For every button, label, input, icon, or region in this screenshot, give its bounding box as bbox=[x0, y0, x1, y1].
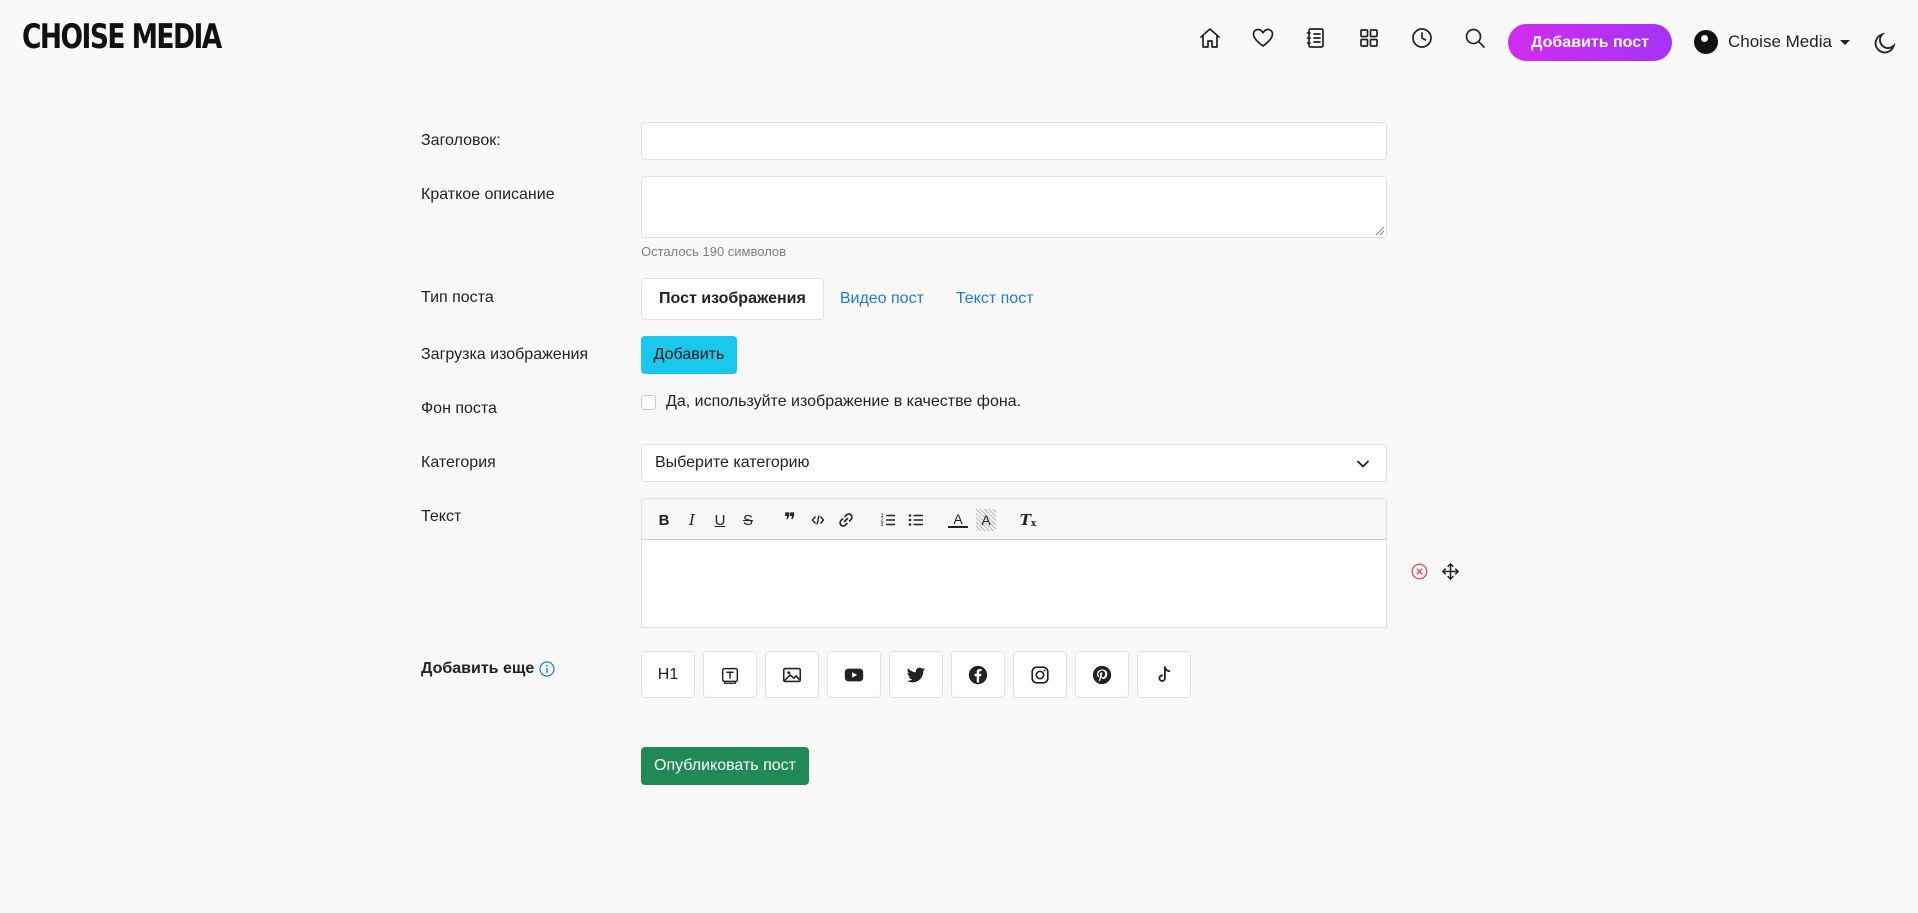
ordered-list-icon[interactable]: 123 bbox=[878, 509, 898, 531]
background-checkbox-label[interactable]: Да, используйте изображение в качестве ф… bbox=[666, 393, 1021, 411]
add-facebook-button[interactable] bbox=[951, 651, 1005, 698]
twitter-icon bbox=[906, 667, 926, 682]
resize-grip-icon[interactable] bbox=[1373, 224, 1385, 236]
site-logo[interactable]: CHOISE MEDIA bbox=[22, 20, 222, 54]
tiktok-icon bbox=[1158, 665, 1171, 682]
add-tiktok-button[interactable] bbox=[1137, 651, 1191, 698]
background-label: Фон поста bbox=[421, 400, 497, 417]
add-block-toolbar: H1 bbox=[641, 651, 1199, 698]
dark-mode-toggle[interactable] bbox=[1872, 30, 1898, 56]
move-block-icon[interactable] bbox=[1441, 562, 1460, 581]
info-icon[interactable] bbox=[539, 661, 555, 677]
link-icon[interactable] bbox=[836, 509, 856, 531]
background-checkbox[interactable] bbox=[641, 394, 656, 410]
category-label: Категория bbox=[421, 454, 496, 471]
moon-icon bbox=[1874, 32, 1896, 54]
image-icon bbox=[782, 667, 802, 682]
clear-format-icon[interactable]: Tx bbox=[1018, 509, 1038, 531]
underline-icon[interactable]: U bbox=[710, 509, 730, 531]
publish-post-button[interactable]: Опубликовать пост bbox=[641, 747, 809, 785]
text-editor[interactable] bbox=[641, 539, 1387, 628]
bold-icon[interactable]: B bbox=[654, 509, 674, 531]
category-selected-value: Выберите категорию bbox=[655, 454, 810, 471]
text-label: Текст bbox=[421, 508, 462, 525]
home-icon[interactable] bbox=[1196, 24, 1224, 52]
bullet-list-icon[interactable] bbox=[906, 509, 926, 531]
caret-down-icon bbox=[1839, 39, 1850, 45]
title-input[interactable] bbox=[641, 122, 1387, 160]
search-icon[interactable] bbox=[1461, 24, 1489, 52]
add-heading-button[interactable]: H1 bbox=[641, 651, 695, 698]
category-select[interactable]: Выберите категорию bbox=[641, 444, 1387, 482]
add-youtube-button[interactable] bbox=[827, 651, 881, 698]
add-instagram-button[interactable] bbox=[1013, 651, 1067, 698]
chars-left-counter: Осталось 190 символов bbox=[641, 244, 787, 259]
instagram-icon bbox=[1031, 665, 1049, 684]
grid-icon[interactable] bbox=[1355, 24, 1383, 52]
background-checkbox-row: Да, используйте изображение в качестве ф… bbox=[641, 393, 1021, 411]
title-label: Заголовок: bbox=[421, 132, 501, 149]
image-upload-label: Загрузка изображения bbox=[421, 346, 589, 363]
add-more-text: Добавить еще bbox=[421, 660, 535, 677]
add-more-label: Добавить еще bbox=[421, 660, 555, 678]
editor-toolbar: B I U S ❞ 123 A A Tx bbox=[641, 498, 1387, 540]
facebook-icon bbox=[968, 665, 988, 684]
add-text-block-button[interactable] bbox=[703, 651, 757, 698]
post-type-label: Тип поста bbox=[421, 289, 494, 306]
quote-icon[interactable]: ❞ bbox=[780, 509, 800, 532]
post-type-tabs: Пост изображения Видео пост Текст пост bbox=[641, 278, 1050, 320]
tab-image-post[interactable]: Пост изображения bbox=[641, 278, 824, 320]
upload-image-button[interactable]: Добавить bbox=[641, 336, 737, 374]
heart-icon[interactable] bbox=[1249, 24, 1277, 52]
add-image-button[interactable] bbox=[765, 651, 819, 698]
notebook-icon[interactable] bbox=[1302, 24, 1330, 52]
main-nav bbox=[1196, 24, 1514, 52]
code-icon[interactable] bbox=[808, 509, 828, 531]
description-label: Краткое описание bbox=[421, 186, 555, 203]
clock-icon[interactable] bbox=[1408, 24, 1436, 52]
text-block-icon bbox=[721, 667, 739, 684]
remove-block-icon[interactable] bbox=[1411, 563, 1428, 580]
tab-text-post[interactable]: Текст пост bbox=[956, 290, 1034, 308]
chevron-down-icon bbox=[1357, 460, 1369, 468]
italic-icon[interactable]: I bbox=[682, 509, 702, 531]
add-twitter-button[interactable] bbox=[889, 651, 943, 698]
strikethrough-icon[interactable]: S bbox=[738, 509, 758, 531]
user-name: Choise Media bbox=[1728, 32, 1832, 51]
tab-video-post[interactable]: Видео пост bbox=[840, 290, 924, 308]
add-pinterest-button[interactable] bbox=[1075, 651, 1129, 698]
text-color-icon[interactable]: A bbox=[948, 511, 968, 528]
youtube-icon bbox=[844, 668, 864, 681]
description-textarea[interactable] bbox=[641, 176, 1387, 238]
pinterest-icon bbox=[1092, 665, 1112, 684]
add-post-button[interactable]: Добавить пост bbox=[1508, 24, 1672, 61]
svg-text:3: 3 bbox=[881, 522, 884, 528]
user-menu[interactable]: Choise Media bbox=[1694, 30, 1850, 54]
background-color-icon[interactable]: A bbox=[976, 509, 996, 531]
avatar bbox=[1694, 30, 1718, 54]
